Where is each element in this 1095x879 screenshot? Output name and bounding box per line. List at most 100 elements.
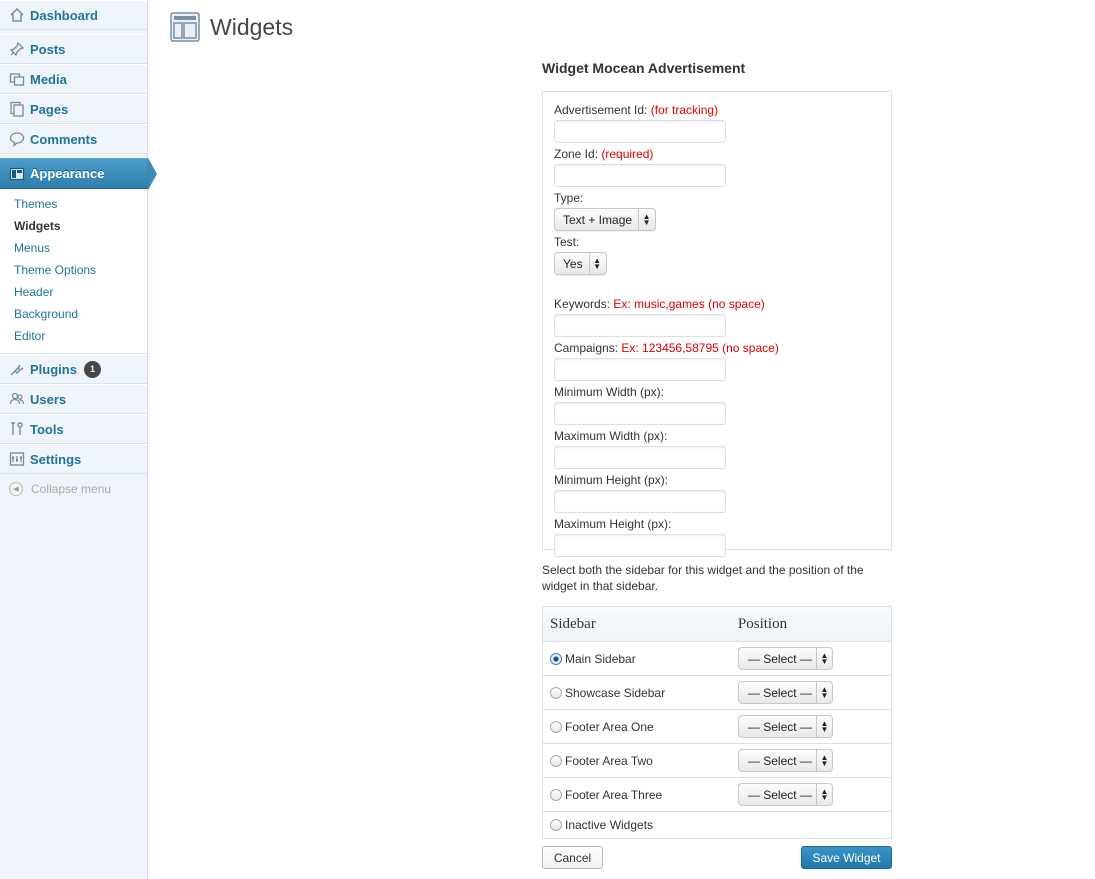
menu-item-appearance[interactable]: Appearance: [0, 158, 157, 190]
home-icon: [9, 7, 25, 23]
update-count-badge: 1: [83, 360, 101, 378]
position-select-value: — Select —: [747, 787, 812, 802]
menu-label: Users: [30, 391, 67, 407]
position-select[interactable]: — Select — ▲ ▼: [737, 715, 833, 738]
menu-item-tools[interactable]: Tools: [0, 414, 147, 444]
max-height-input[interactable]: [554, 534, 726, 557]
table-row: Showcase Sidebar — Select — ▲ ▼: [543, 676, 891, 710]
min-width-input[interactable]: [554, 402, 726, 425]
users-icon: [9, 391, 25, 407]
widgets-icon: [170, 12, 200, 42]
tools-icon: [9, 421, 25, 437]
media-icon: [9, 71, 25, 87]
select-arrows-icon: ▲ ▼: [638, 209, 654, 230]
menu-label: Comments: [30, 131, 98, 147]
table-header-row: Sidebar Position: [543, 607, 891, 642]
menu-item-users[interactable]: Users: [0, 384, 147, 414]
select-arrows-icon: ▲ ▼: [815, 784, 832, 805]
page-title: Widgets: [210, 13, 294, 40]
menu-item-comments[interactable]: Comments: [0, 124, 147, 154]
max-height-label: Maximum Height (px):: [554, 517, 672, 531]
zone-id-hint: (required): [601, 147, 654, 161]
position-select[interactable]: — Select — ▲ ▼: [737, 749, 833, 772]
collapse-menu-label: Collapse menu: [31, 482, 112, 496]
sidebar-radio-main[interactable]: [550, 652, 562, 665]
campaigns-hint: Ex: 123456,58795 (no space): [621, 341, 779, 355]
save-widget-button[interactable]: Save Widget: [801, 846, 892, 869]
widget-settings-form: Advertisement Id: (for tracking) Zone Id…: [542, 91, 892, 557]
table-row: Footer Area Two — Select — ▲ ▼: [543, 744, 891, 778]
settings-icon: [9, 451, 25, 467]
appearance-submenu: Themes Widgets Menus Theme Options Heade…: [0, 189, 147, 354]
sidebar-radio-showcase[interactable]: [550, 686, 562, 699]
collapse-menu-button[interactable]: ◀ Collapse menu: [0, 474, 147, 504]
table-row: Footer Area One — Select — ▲ ▼: [543, 710, 891, 744]
menu-label: Appearance: [30, 166, 105, 181]
sidebar-name: Showcase Sidebar: [565, 685, 666, 700]
cancel-button[interactable]: Cancel: [542, 846, 603, 869]
submenu-item-themes[interactable]: Themes: [0, 193, 147, 215]
sidebar-name: Footer Area Three: [565, 787, 663, 802]
menu-label: Pages: [30, 101, 69, 117]
position-select[interactable]: — Select — ▲ ▼: [737, 681, 833, 704]
campaigns-input[interactable]: [554, 358, 726, 381]
widget-title: Widget Mocean Advertisement: [542, 60, 746, 76]
sidebar-name: Footer Area Two: [565, 753, 653, 768]
page-header: Widgets: [170, 12, 293, 42]
zone-id-input[interactable]: [554, 164, 726, 187]
type-label: Type:: [554, 191, 584, 205]
collapse-arrow-icon: ◀: [9, 482, 23, 496]
sidebar-radio-footer-one[interactable]: [550, 720, 562, 733]
sidebar-name: Footer Area One: [565, 719, 654, 734]
select-arrows-icon: ▲ ▼: [815, 716, 832, 737]
max-width-label: Maximum Width (px):: [554, 429, 668, 443]
plug-icon: [9, 361, 25, 377]
pages-icon: [9, 101, 25, 117]
position-select[interactable]: — Select — ▲ ▼: [737, 647, 833, 670]
sidebar-select-description: Select both the sidebar for this widget …: [542, 563, 864, 593]
campaigns-label: Campaigns: Ex: 123456,58795 (no space): [554, 341, 779, 355]
menu-label: Plugins: [30, 361, 77, 377]
ad-id-hint: (for tracking): [650, 103, 719, 117]
ad-id-label: Advertisement Id: (for tracking): [554, 103, 719, 117]
column-header-sidebar: Sidebar: [550, 615, 596, 632]
position-select-value: — Select —: [747, 719, 812, 734]
submenu-item-background[interactable]: Background: [0, 303, 147, 325]
ad-id-input[interactable]: [554, 120, 726, 143]
menu-item-media[interactable]: Media: [0, 64, 147, 94]
menu-item-dashboard[interactable]: Dashboard: [0, 0, 147, 30]
test-select[interactable]: Yes ▲ ▼: [554, 252, 607, 275]
type-select[interactable]: Text + Image ▲ ▼: [554, 208, 656, 231]
sidebar-radio-inactive[interactable]: [550, 819, 562, 831]
sidebar-radio-footer-three[interactable]: [550, 788, 562, 801]
menu-label: Dashboard: [30, 7, 98, 23]
keywords-label: Keywords: Ex: music,games (no space): [554, 297, 765, 311]
submenu-item-menus[interactable]: Menus: [0, 237, 147, 259]
menu-item-pages[interactable]: Pages: [0, 94, 147, 124]
menu-item-plugins[interactable]: Plugins 1: [0, 354, 147, 384]
column-header-position: Position: [737, 615, 788, 632]
test-label: Test:: [554, 235, 580, 249]
position-select[interactable]: — Select — ▲ ▼: [737, 783, 833, 806]
select-arrows-icon: ▲ ▼: [815, 648, 832, 669]
submenu-item-header[interactable]: Header: [0, 281, 147, 303]
appearance-icon: [9, 166, 25, 182]
submenu-item-widgets[interactable]: Widgets: [0, 215, 147, 237]
min-height-input[interactable]: [554, 490, 726, 513]
submenu-item-editor[interactable]: Editor: [0, 325, 147, 347]
keywords-hint: Ex: music,games (no space): [613, 297, 765, 311]
sidebar-position-table: Sidebar Position Main Sidebar — Select —…: [542, 606, 892, 839]
keywords-input[interactable]: [554, 314, 726, 337]
menu-item-posts[interactable]: Posts: [0, 34, 147, 64]
sidebar-radio-footer-two[interactable]: [550, 754, 562, 767]
table-row: Footer Area Three — Select — ▲ ▼: [543, 778, 891, 812]
max-width-input[interactable]: [554, 446, 726, 469]
table-row: Main Sidebar — Select — ▲ ▼: [543, 642, 891, 676]
position-select-value: — Select —: [747, 753, 812, 768]
position-select-value: — Select —: [747, 685, 812, 700]
menu-label: Media: [30, 71, 67, 87]
select-arrows-icon: ▲ ▼: [815, 750, 832, 771]
sidebar-name: Main Sidebar: [565, 651, 636, 666]
submenu-item-theme-options[interactable]: Theme Options: [0, 259, 147, 281]
menu-item-settings[interactable]: Settings: [0, 444, 147, 474]
